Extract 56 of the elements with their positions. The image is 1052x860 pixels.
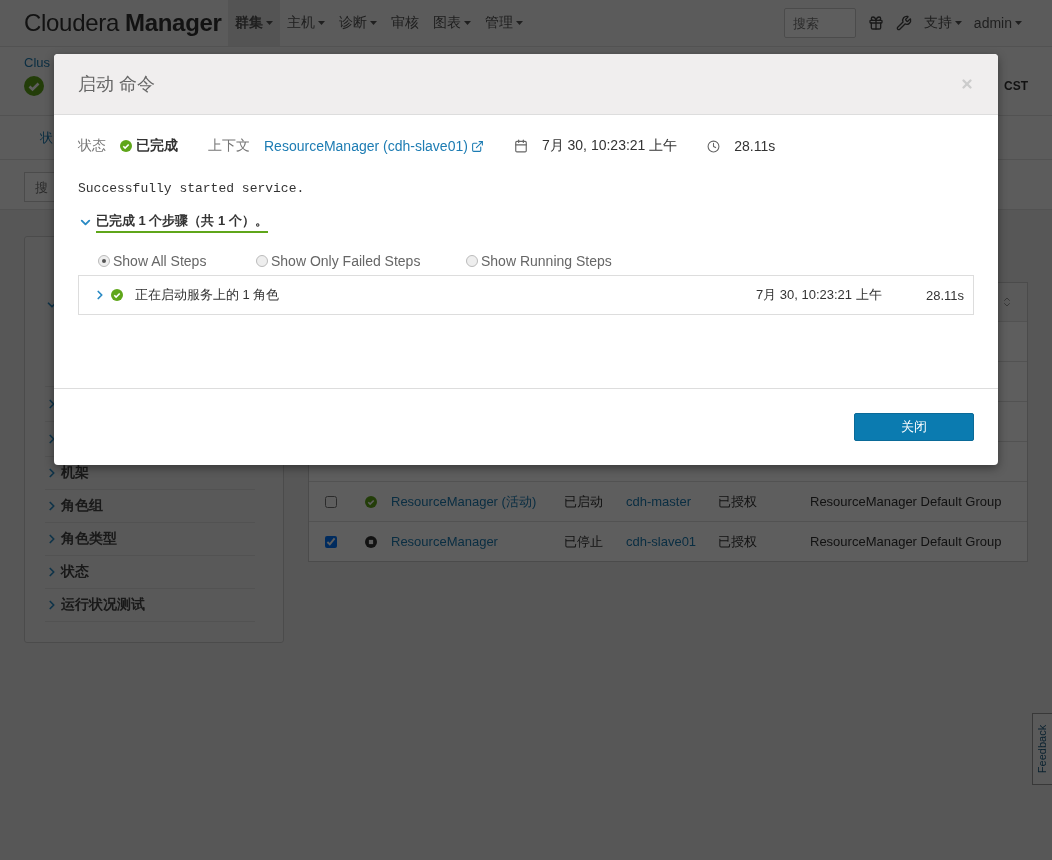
step-filter-radio[interactable]: Show All Steps	[98, 253, 256, 269]
wrench-icon[interactable]	[895, 15, 912, 31]
radio-icon[interactable]	[466, 255, 478, 267]
date-text: 7月 30, 10:23:21 上午	[541, 137, 678, 155]
sort-icon[interactable]	[1001, 296, 1013, 308]
row-checkbox[interactable]	[325, 495, 337, 508]
step-filter-radio[interactable]: Show Running Steps	[466, 253, 612, 269]
host-link[interactable]: cdh-master	[626, 494, 718, 509]
close-button[interactable]: 关闭	[854, 413, 974, 441]
external-link-icon[interactable]	[470, 139, 484, 153]
feedback-tab[interactable]: Feedback	[1032, 713, 1052, 785]
table-cell-text: 已停止	[564, 532, 604, 551]
step-name: 正在启动服务上的 1 角色	[135, 286, 281, 304]
filter-item[interactable]: 角色类型	[61, 530, 117, 548]
calendar-icon	[513, 139, 528, 153]
table-cell-text: ResourceManager Default Group	[810, 534, 1003, 549]
nav-menu-item[interactable]: 图表	[425, 0, 478, 46]
filter-item[interactable]: 运行状况测试	[61, 596, 145, 614]
table-cell-text: 已授权	[718, 492, 758, 511]
role-link[interactable]: ResourceManager (活动)	[391, 492, 564, 511]
tab[interactable]: 状	[40, 128, 53, 147]
step-filter-radio[interactable]: Show Only Failed Steps	[256, 253, 466, 269]
host-link[interactable]: cdh-slave01	[626, 534, 718, 549]
nav-menu-item[interactable]: 审核	[383, 0, 426, 46]
table-cell-text: 已授权	[718, 532, 758, 551]
gift-icon[interactable]	[867, 15, 884, 31]
status-text: 已完成	[136, 137, 178, 155]
field-label: 状态	[78, 137, 106, 155]
close-button[interactable]	[960, 77, 974, 91]
table-cell-text: 已启动	[564, 492, 604, 511]
nav-menu-item[interactable]: admin	[973, 15, 1022, 31]
nav-menu-item[interactable]: 支持	[923, 14, 962, 32]
nav-menu-item[interactable]: 诊断	[331, 0, 384, 46]
timezone-label: CST	[1004, 79, 1028, 93]
row-checkbox[interactable]	[325, 535, 337, 548]
caret-icon	[954, 21, 962, 25]
radio-icon[interactable]	[256, 255, 268, 267]
role-link[interactable]: ResourceManager	[391, 534, 564, 549]
nav-menu-item[interactable]: 主机	[279, 0, 332, 46]
dialog-title: 启动 命令	[78, 73, 155, 96]
check-circle-icon	[24, 76, 44, 96]
filter-item[interactable]: 机架	[61, 464, 89, 482]
step-duration: 28.11s	[925, 287, 964, 303]
filter-item[interactable]: 状态	[61, 563, 89, 581]
step-date: 7月 30, 10:23:21 上午	[755, 286, 883, 304]
clock-icon	[707, 139, 721, 153]
steps-summary[interactable]: 已完成 1 个步骤（共 1 个）。	[96, 212, 268, 233]
caret-icon	[1015, 21, 1022, 25]
radio-icon[interactable]	[98, 255, 110, 267]
result-message: Successfully started service.	[78, 181, 306, 196]
field-label: 上下文	[208, 137, 250, 155]
logo[interactable]: Cloudera Manager	[24, 0, 222, 46]
table-cell-text: ResourceManager Default Group	[810, 494, 1003, 509]
duration-text: 28.11s	[734, 138, 776, 154]
filter-item[interactable]: 角色组	[61, 497, 103, 515]
context-link[interactable]: ResourceManager (cdh-slave01)	[264, 138, 468, 154]
